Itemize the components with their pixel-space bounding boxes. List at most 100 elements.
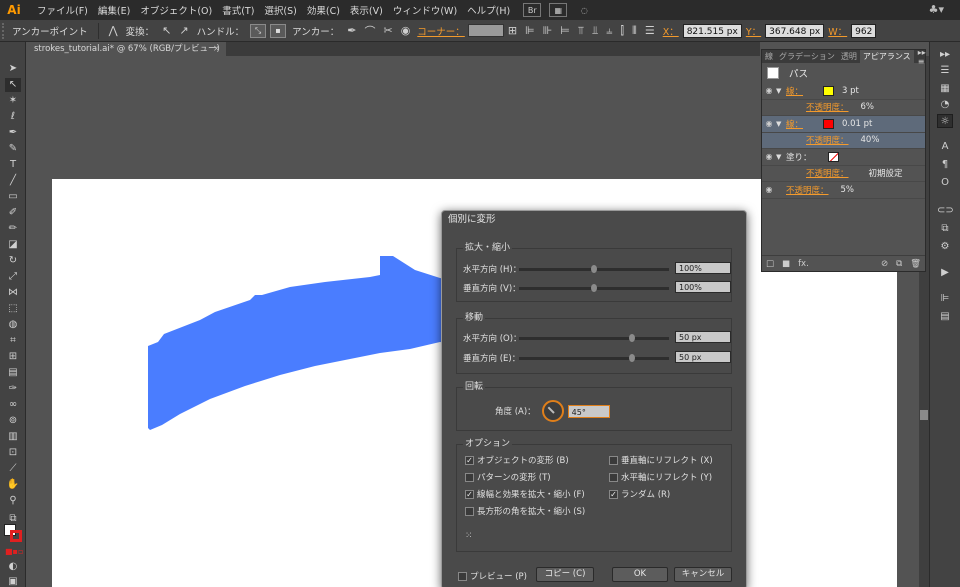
eyedropper-tool-icon[interactable]: ✑ xyxy=(5,382,21,396)
arrange-documents-icon[interactable]: ▦ xyxy=(549,3,568,17)
stroke-color-swatch[interactable] xyxy=(823,118,835,129)
links-panel-icon[interactable]: ⊂⊃ xyxy=(937,204,954,218)
option-reflect-y[interactable]: 水平軸にリフレクト (Y) xyxy=(609,471,712,483)
document-tab[interactable]: strokes_tutorial.ai* @ 67% (RGB/プレビュー) × xyxy=(26,42,226,56)
tab-appearance[interactable]: アピアランス xyxy=(859,50,914,63)
rectangle-tool-icon[interactable]: ▭ xyxy=(5,190,21,204)
selection-tool-icon[interactable]: ➤ xyxy=(5,62,21,76)
appearance-row-fill[interactable]: ◉ ▼ 塗り： xyxy=(762,149,925,166)
scrollbar-thumb[interactable] xyxy=(920,410,928,420)
menu-edit[interactable]: 編集(E) xyxy=(93,3,135,17)
add-effect-icon[interactable]: fx. xyxy=(794,259,813,269)
fill-label[interactable]: 塗り： xyxy=(786,151,812,163)
menu-window[interactable]: ウィンドウ(W) xyxy=(388,3,462,17)
actions-panel-icon[interactable]: ▶ xyxy=(937,266,953,280)
option-transform-patterns[interactable]: パターンの変形 (T) xyxy=(465,471,551,483)
align-top-icon[interactable]: ⫪ xyxy=(574,24,588,38)
width-tool-icon[interactable]: ⋈ xyxy=(5,286,21,300)
opentype-panel-icon[interactable]: O xyxy=(937,176,953,190)
stroke-weight[interactable]: 3 pt xyxy=(842,86,859,96)
stroke-label[interactable]: 線： xyxy=(786,118,803,130)
y-field[interactable]: 367.648 px xyxy=(765,23,825,38)
menu-select[interactable]: 選択(S) xyxy=(259,3,301,17)
w-field[interactable]: 962 xyxy=(851,23,877,38)
character-panel-icon[interactable]: A xyxy=(937,140,953,154)
swatches-panel-icon[interactable]: ▦ xyxy=(937,82,953,96)
ok-button[interactable]: OK xyxy=(612,567,668,582)
slider-knob[interactable] xyxy=(591,283,597,292)
cancel-button[interactable]: キャンセル xyxy=(674,567,732,582)
menu-effect[interactable]: 効果(C) xyxy=(302,3,345,17)
type-tool-icon[interactable]: T xyxy=(5,158,21,172)
checkbox-reflect-y[interactable] xyxy=(609,472,618,482)
shape-builder-tool-icon[interactable]: ◍ xyxy=(5,318,21,332)
hide-handles-icon[interactable]: ▪ xyxy=(270,23,287,38)
scale-horizontal-field[interactable]: 100% xyxy=(675,262,731,274)
appearance-panel-icon[interactable]: ☼ xyxy=(937,114,953,128)
align-middle-icon[interactable]: ⫫ xyxy=(588,24,602,38)
opacity-label[interactable]: 不透明度： xyxy=(806,101,849,113)
align-center-icon[interactable]: ⊪ xyxy=(539,24,557,37)
stroke-label[interactable]: 線： xyxy=(786,85,803,97)
slider-knob[interactable] xyxy=(628,353,635,362)
clear-appearance-icon[interactable]: ⊘ xyxy=(877,259,892,269)
column-graph-tool-icon[interactable]: ▥ xyxy=(5,430,21,444)
scale-tool-icon[interactable]: ⤢ xyxy=(5,270,21,284)
line-tool-icon[interactable]: ╱ xyxy=(5,174,21,188)
blue-stroke-shape[interactable] xyxy=(140,250,460,440)
visibility-eye-icon[interactable]: ◉ xyxy=(762,119,776,128)
add-fill-icon[interactable]: ■ xyxy=(778,259,794,269)
isolate-icon[interactable]: ◉ xyxy=(397,24,415,37)
tab-gradient[interactable]: グラデーション xyxy=(776,51,838,62)
dock-collapse-icon[interactable]: ▸▸ xyxy=(937,48,953,62)
appearance-row-stroke-1[interactable]: ◉ ▼ 線： 3 pt xyxy=(762,83,925,100)
color-panel-icon[interactable]: ☰ xyxy=(937,64,953,78)
fill-none-swatch[interactable] xyxy=(827,151,839,162)
magic-wand-tool-icon[interactable]: ✶ xyxy=(5,94,21,108)
transform-panel-icon[interactable]: ▤ xyxy=(937,310,953,324)
transform-grid-icon[interactable]: ⊞ xyxy=(504,24,521,37)
delete-item-icon[interactable]: 🗑 xyxy=(906,259,925,269)
stroke-color-swatch[interactable] xyxy=(823,85,835,96)
brushes-panel-icon[interactable]: ◔ xyxy=(937,98,953,112)
appearance-row-opacity-3[interactable]: 不透明度： 初期設定 xyxy=(762,166,925,182)
checkbox-reflect-x[interactable] xyxy=(609,455,618,465)
slider-knob[interactable] xyxy=(628,333,635,342)
angle-dial[interactable] xyxy=(541,400,564,422)
option-transform-objects[interactable]: ✓ オブジェクトの変形 (B) xyxy=(465,454,569,466)
stroke-swatch[interactable] xyxy=(10,530,22,542)
reference-point-icon[interactable]: ⁙ xyxy=(465,531,477,543)
menu-help[interactable]: ヘルプ(H) xyxy=(462,3,515,17)
menu-file[interactable]: ファイル(F) xyxy=(32,3,93,17)
option-scale-strokes[interactable]: ✓ 線幅と効果を拡大・縮小 (F) xyxy=(465,488,585,500)
appearance-row-stroke-2[interactable]: ◉ ▼ 線： 0.01 pt xyxy=(762,116,925,133)
pencil-tool-icon[interactable]: ✏ xyxy=(5,222,21,236)
corner-label[interactable]: コーナー： xyxy=(414,24,468,38)
checkbox-scale-strokes[interactable]: ✓ xyxy=(465,489,474,499)
direct-selection-tool-icon[interactable]: ↖ xyxy=(5,78,21,92)
hand-tool-icon[interactable]: ✋ xyxy=(5,478,21,492)
preview-option[interactable]: プレビュー (P) xyxy=(458,570,527,582)
tab-stroke[interactable]: 線 xyxy=(762,51,776,62)
move-horizontal-slider[interactable] xyxy=(519,333,669,342)
angle-field[interactable]: 45° xyxy=(567,404,610,418)
curvature-tool-icon[interactable]: ✎ xyxy=(5,142,21,156)
blend-tool-icon[interactable]: ∞ xyxy=(5,398,21,412)
checkbox-preview[interactable] xyxy=(458,571,467,581)
duplicate-item-icon[interactable]: ⧉ xyxy=(892,259,906,269)
visibility-eye-icon[interactable]: ◉ xyxy=(762,86,776,95)
symbol-sprayer-tool-icon[interactable]: ⊚ xyxy=(5,414,21,428)
align-panel-icon[interactable]: ⊫ xyxy=(937,292,953,306)
add-stroke-icon[interactable]: □ xyxy=(762,259,778,269)
checkbox-random[interactable]: ✓ xyxy=(609,489,618,499)
checkbox-transform-objects[interactable]: ✓ xyxy=(465,455,474,465)
expand-triangle-icon[interactable]: ▼ xyxy=(776,120,786,128)
mesh-tool-icon[interactable]: ⊞ xyxy=(5,350,21,364)
free-transform-tool-icon[interactable]: ⬚ xyxy=(5,302,21,316)
align-right-icon[interactable]: ⊨ xyxy=(556,24,574,37)
move-vertical-field[interactable]: 50 px xyxy=(675,351,731,363)
slice-tool-icon[interactable]: ⟋ xyxy=(5,462,21,476)
menu-object[interactable]: オブジェクト(O) xyxy=(135,3,217,17)
close-tab-icon[interactable]: × xyxy=(213,42,220,56)
convert-to-smooth-icon[interactable]: ↗ xyxy=(175,24,192,37)
